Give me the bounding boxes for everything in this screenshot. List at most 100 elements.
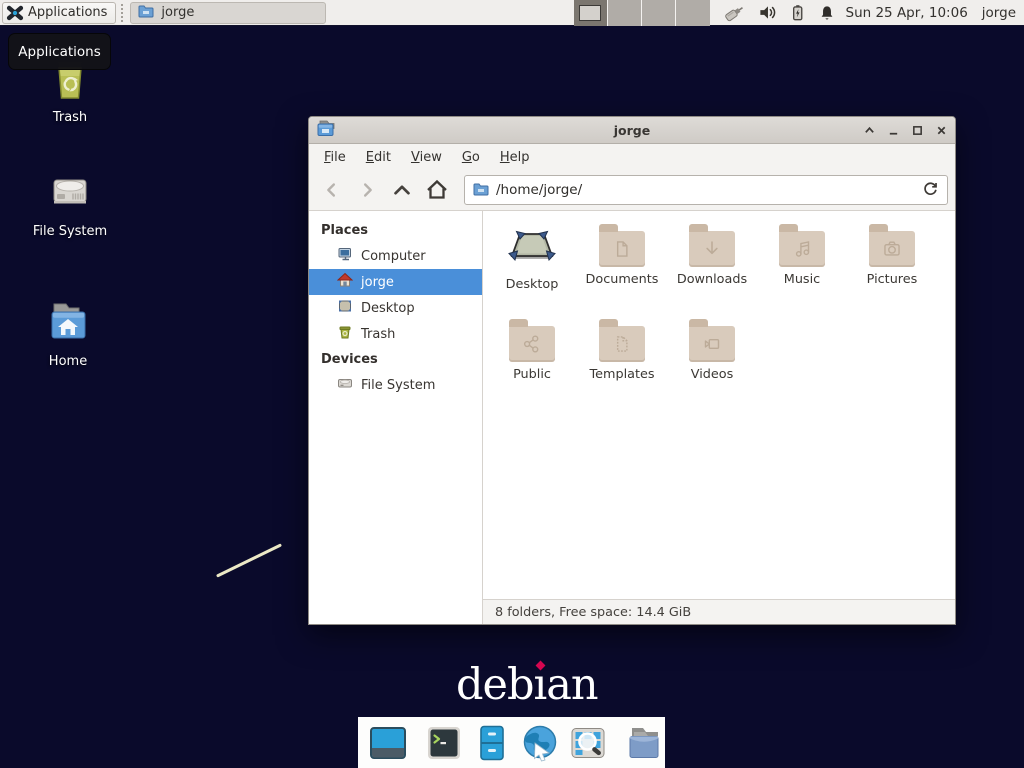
file-item-music[interactable]: Music xyxy=(757,220,847,315)
terminal-icon[interactable] xyxy=(424,723,464,763)
file-label: Templates xyxy=(589,367,654,382)
maximize-button[interactable] xyxy=(912,125,923,136)
workspace-2[interactable] xyxy=(608,0,642,26)
drive-icon xyxy=(337,375,353,395)
menu-edit[interactable]: Edit xyxy=(357,147,400,168)
folder-downloads-icon xyxy=(689,231,735,267)
sidebar-item-trash[interactable]: Trash xyxy=(309,321,482,347)
applications-menu-button[interactable]: Applications xyxy=(2,2,116,24)
workspace-3[interactable] xyxy=(642,0,676,26)
app-finder-icon[interactable] xyxy=(568,723,608,763)
file-item-documents[interactable]: Documents xyxy=(577,220,667,315)
workspace-4[interactable] xyxy=(676,0,709,26)
applications-tooltip-text: Applications xyxy=(18,44,100,60)
applications-tooltip: Applications xyxy=(8,33,111,70)
desktop-icon-filesystem[interactable]: File System xyxy=(22,168,118,239)
file-manager-window: jorge File Edit View Go Help /home/jorge… xyxy=(308,116,956,625)
show-desktop-icon[interactable] xyxy=(368,723,408,763)
desktop-artifact-line xyxy=(216,543,282,577)
menu-help[interactable]: Help xyxy=(491,147,539,168)
workspace-1[interactable] xyxy=(574,0,608,26)
menubar: File Edit View Go Help xyxy=(309,144,955,170)
web-browser-icon[interactable] xyxy=(520,723,560,763)
folder-templates-icon xyxy=(599,326,645,362)
file-item-downloads[interactable]: Downloads xyxy=(667,220,757,315)
home-button[interactable] xyxy=(421,175,453,205)
sidebar-header-devices: Devices xyxy=(309,347,482,372)
window-titlebar[interactable]: jorge xyxy=(309,117,955,144)
file-label: Music xyxy=(784,272,820,287)
statusbar: 8 folders, Free space: 14.4 GiB xyxy=(483,599,955,624)
sidebar-item-computer[interactable]: Computer xyxy=(309,243,482,269)
window-title: jorge xyxy=(309,123,955,138)
computer-icon xyxy=(337,246,353,266)
folder-videos-icon xyxy=(689,326,735,362)
volume-icon[interactable] xyxy=(758,3,777,22)
folder-music-icon xyxy=(779,231,825,267)
debian-logo: debıan xyxy=(456,660,598,710)
panel-handle[interactable] xyxy=(121,4,126,22)
sidebar: Places Computer jorge Desktop Trash Devi… xyxy=(309,211,483,624)
reload-icon[interactable] xyxy=(922,180,939,201)
file-pane: Desktop Documents Downloads xyxy=(483,211,955,624)
location-bar[interactable]: /home/jorge/ xyxy=(464,175,948,205)
sidebar-item-desktop[interactable]: Desktop xyxy=(309,295,482,321)
network-icon[interactable] xyxy=(722,3,746,23)
file-item-desktop[interactable]: Desktop xyxy=(487,220,577,315)
system-tray xyxy=(722,3,836,23)
sidebar-item-jorge[interactable]: jorge xyxy=(309,269,482,295)
file-label: Videos xyxy=(691,367,734,382)
sidebar-item-filesystem[interactable]: File System xyxy=(309,372,482,398)
desktop-icon-home[interactable]: Home xyxy=(20,298,116,369)
statusbar-text: 8 folders, Free space: 14.4 GiB xyxy=(495,605,691,620)
home-folder-icon xyxy=(20,298,116,348)
file-label: Documents xyxy=(586,272,659,287)
file-item-public[interactable]: Public xyxy=(487,315,577,410)
top-panel: Applications jorge Sun 25 Apr, 10:06 jor… xyxy=(0,0,1024,26)
sidebar-header-places: Places xyxy=(309,218,482,243)
menu-file[interactable]: File xyxy=(315,147,355,168)
minimize-button[interactable] xyxy=(888,125,899,136)
sidebar-item-label: Desktop xyxy=(361,301,415,316)
close-button[interactable] xyxy=(936,125,947,136)
up-button[interactable] xyxy=(386,175,418,205)
xfce-logo-icon xyxy=(6,4,24,22)
debian-logo-i: ı xyxy=(534,660,547,710)
folder-pictures-icon xyxy=(869,231,915,267)
menu-go[interactable]: Go xyxy=(453,147,489,168)
user-home-icon xyxy=(337,272,353,292)
folder-documents-icon xyxy=(599,231,645,267)
window-body: Places Computer jorge Desktop Trash Devi… xyxy=(309,211,955,624)
file-label: Downloads xyxy=(677,272,747,287)
back-button[interactable] xyxy=(316,175,348,205)
applications-menu-label: Applications xyxy=(28,5,107,20)
file-cabinet-icon[interactable] xyxy=(472,723,512,763)
workspace-window-preview xyxy=(579,5,601,21)
sidebar-item-label: jorge xyxy=(361,275,394,290)
debian-logo-text-end: an xyxy=(546,660,597,710)
file-label: Public xyxy=(513,367,551,382)
menu-view[interactable]: View xyxy=(402,147,451,168)
desktop-icon xyxy=(508,220,556,272)
sidebar-item-label: File System xyxy=(361,378,435,393)
desktop-icon-label: File System xyxy=(22,224,118,239)
file-item-templates[interactable]: Templates xyxy=(577,315,667,410)
forward-button[interactable] xyxy=(351,175,383,205)
file-item-pictures[interactable]: Pictures xyxy=(847,220,937,315)
panel-clock[interactable]: Sun 25 Apr, 10:06 xyxy=(846,5,968,21)
notifications-icon[interactable] xyxy=(818,4,836,22)
battery-icon[interactable] xyxy=(789,3,806,22)
path-input[interactable]: /home/jorge/ xyxy=(496,182,915,198)
file-item-videos[interactable]: Videos xyxy=(667,315,757,410)
filesystem-drive-icon xyxy=(22,168,118,218)
sidebar-item-label: Trash xyxy=(361,327,395,342)
panel-username[interactable]: jorge xyxy=(982,5,1016,21)
taskbar-window-button[interactable]: jorge xyxy=(130,2,326,24)
trash-icon xyxy=(337,324,353,344)
workspace-switcher[interactable] xyxy=(574,0,710,26)
shade-button[interactable] xyxy=(864,125,875,136)
folder-public-icon xyxy=(509,326,555,362)
sidebar-item-label: Computer xyxy=(361,249,426,264)
file-manager-icon[interactable] xyxy=(624,723,664,763)
debian-logo-text: deb xyxy=(456,660,534,710)
